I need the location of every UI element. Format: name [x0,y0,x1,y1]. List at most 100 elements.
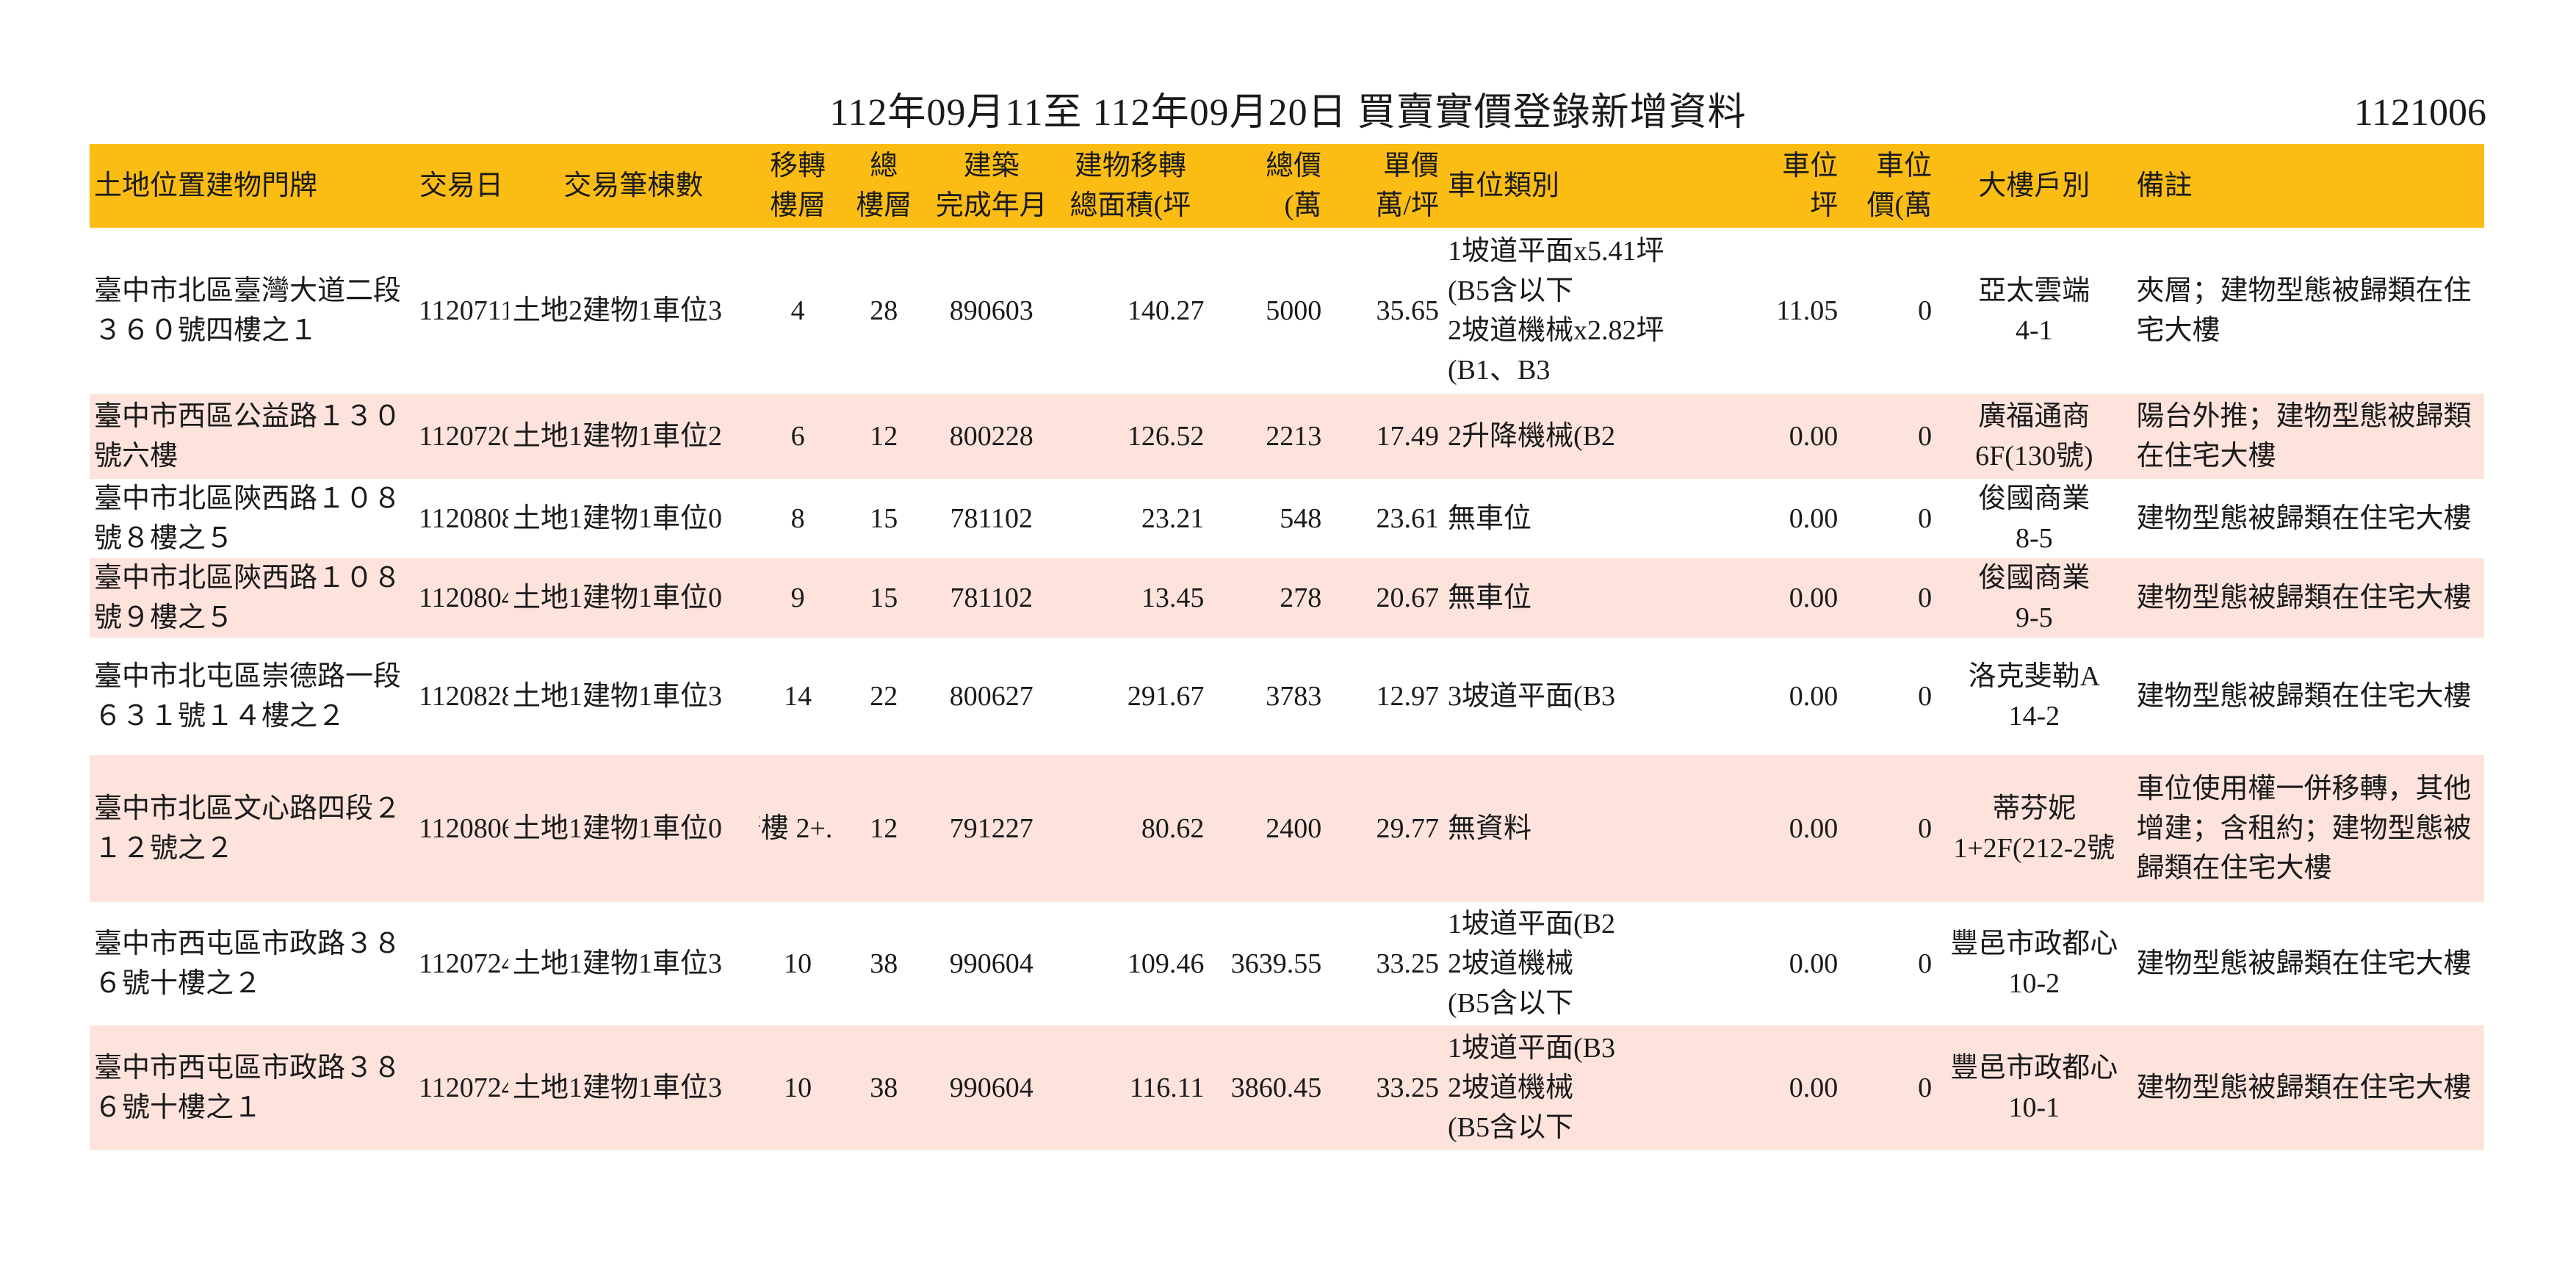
cell-remarks: 夾層；建物型態被歸類在住宅大樓 [2136,275,2472,346]
cell-trade-date: 1120711 [419,295,508,326]
cell-parking-price: 0 [1842,394,1937,479]
col-unit-price-header: 單價 萬/坪 [1326,144,1443,228]
cell-building: 豐邑市政都心 10-2 [1936,902,2132,1025]
cell-parking-type: 1坡道平面(B2 2坡道機械 (B5含以下 [1443,902,1748,1025]
cell-total-floors: 15 [870,503,898,534]
cell-unit-price: 35.65 [1376,295,1439,326]
col-trade-items-header: 交易筆棟數 [508,144,759,228]
cell-unit-price: 29.77 [1326,755,1443,902]
cell-total-price: 278 [1208,558,1327,638]
table-body: 臺中市北區臺灣大道二段３６０號四樓之１ 1120711 土地2建物1車位3 4 28 89… [90,228,2484,1150]
cell-building: 蒂芬妮 1+2F(212-2號 [1936,755,2132,902]
cell-trade-items: 土地1建物1車位0 [508,558,759,638]
col-parking-area-header: 車位坪 [1748,144,1843,228]
cell-building: 俊國商業 9-5 [1936,558,2132,638]
cell-remarks: 建物型態被歸類在住宅大樓 [2136,503,2472,534]
cell-building: 亞太雲端 4-1 [1936,228,2132,394]
col-floor-header: 移轉 樓層 [758,144,837,228]
cell-parking-price: 0 [1842,558,1937,638]
cell-total-floors: 38 [837,1025,931,1150]
cell-unit-price: 12.97 [1376,681,1439,712]
cell-location: 臺中市北區陝西路１０８號８樓之５ [94,483,402,554]
cell-parking-type: 3坡道平面(B3 [1443,638,1748,755]
cell-trade-date: 1120724 [419,948,508,979]
cell-total-price: 5000 [1266,295,1322,326]
cell-total-price: 3783 [1266,681,1322,712]
cell-unit-price: 33.25 [1376,948,1439,979]
col-parking-type-header: 車位類別 [1443,144,1749,228]
col-built-header: 建築 完成年月 [931,144,1053,228]
col-area-header: 建物移轉 總面積(坪 [1052,144,1209,228]
parking-type-line: (B5含以下 [1447,988,1573,1019]
cell-parking-type: 無車位 [1443,558,1749,638]
cell-trade-items: 土地2建物1車位3 [512,295,722,326]
building-line: 俊國商業 [1978,483,2090,514]
cell-trade-date: 1120720 [414,394,508,479]
cell-unit-price: 20.67 [1326,558,1443,638]
parking-type-line: 1坡道平面x5.41坪 [1447,236,1664,267]
cell-trade-items: 土地1建物1車位2 [508,394,759,479]
building-line: 10-1 [2008,1092,2060,1123]
cell-total-floors: 28 [870,295,898,326]
cell-trade-items: 土地1建物1車位3 [512,681,722,712]
report-title: 112年09月11至 112年09月20日 買賣實價登錄新增資料 [829,92,1747,134]
cell-built: 781102 [931,558,1053,638]
cell-trade-date: 1120724 [414,1025,508,1150]
parking-type-line: 無車位 [1447,583,1531,613]
cell-floor: 10 [758,1025,837,1150]
cell-parking-type: 2升降機械(B2 [1443,394,1749,479]
building-line: 蒂芬妮 [1992,793,2077,824]
parking-type-line: 2坡道機械 [1447,1072,1573,1103]
cell-remarks: 車位使用權一併移轉，其他增建；含租約；建物型態被歸類在住宅大樓 [2132,755,2484,902]
col-building-header: 大樓戶別 [1936,144,2132,228]
cell-parking-area: 0.00 [1748,558,1843,638]
building-line: 8-5 [2015,523,2053,554]
cell-total-floors: 12 [837,755,931,902]
cell-area: 23.21 [1141,503,1205,534]
cell-location: 臺中市北區臺灣大道二段３６０號四樓之１ [94,275,402,346]
cell-parking-area: 0.00 [1748,1025,1843,1150]
cell-total-price: 3639.55 [1230,948,1322,979]
cell-location: 臺中市北區文心路四段２１２號之２ [90,755,415,902]
table-row: 臺中市北區文心路四段２１２號之２1120806土地1建物1車位0.+2 騎樓12… [90,755,2484,902]
table-row: 臺中市西屯區市政路３８６號十樓之２ 1120724 土地1建物1車位3 10 38 990… [90,902,2484,1025]
cell-trade-items: 土地1建物1車位3 [512,948,722,979]
cell-parking-price: 0 [1918,948,1933,979]
cell-parking-price: 0 [1842,1025,1937,1150]
cell-total-floors: 15 [837,558,931,638]
cell-built: 800228 [931,394,1053,479]
cell-parking-type: 1坡道平面(B3 2坡道機械 (B5含以下 [1443,1025,1749,1150]
cell-parking-type: 無車位 [1443,479,1748,558]
parking-type-line: (B1、B3 [1447,355,1551,386]
building-line: 亞太雲端 [1978,275,2090,306]
cell-floor: 9 [758,558,837,638]
cell-parking-price: 0 [1918,503,1933,534]
cell-unit-price: 17.49 [1326,394,1443,479]
cell-built: 791227 [931,755,1053,902]
cell-area: 291.67 [1127,681,1205,712]
transaction-table: 土地位置建物門牌 交易日 交易筆棟數 移轉 樓層 總樓層 建築 完成年月 建物移轉總… [90,144,2484,1150]
cell-total-floors: 12 [837,394,931,479]
cell-remarks: 陽台外推；建物型態被歸類在住宅大樓 [2132,394,2484,479]
cell-unit-price: 33.25 [1326,1025,1443,1150]
cell-building: 廣福通商 6F(130號) [1936,394,2132,479]
col-total-floors-header: 總樓層 [837,144,931,228]
cell-location: 臺中市西屯區市政路３８６號十樓之１ [90,1025,415,1150]
cell-built: 990604 [949,948,1033,979]
building-line: 1+2F(212-2號 [1953,833,2115,864]
cell-built: 990604 [931,1025,1053,1150]
parking-type-line: 無車位 [1447,503,1531,534]
cell-remarks: 建物型態被歸類在住宅大樓 [2136,948,2472,979]
parking-type-line: 2坡道機械 [1447,948,1573,979]
building-line: 9-5 [2015,602,2053,633]
cell-area: 109.46 [1127,948,1205,979]
cell-trade-date: 1120806 [414,755,508,902]
cell-area: 80.62 [1052,755,1209,902]
cell-total-price: 3860.45 [1208,1025,1327,1150]
cell-trade-date: 1120828 [419,681,508,712]
parking-type-line: 無資料 [1447,813,1531,844]
cell-floor: 14 [784,681,812,712]
cell-total-price: 548 [1280,503,1322,534]
building-line: 4-1 [2015,315,2053,346]
cell-trade-items: 土地1建物1車位0 [512,503,722,534]
